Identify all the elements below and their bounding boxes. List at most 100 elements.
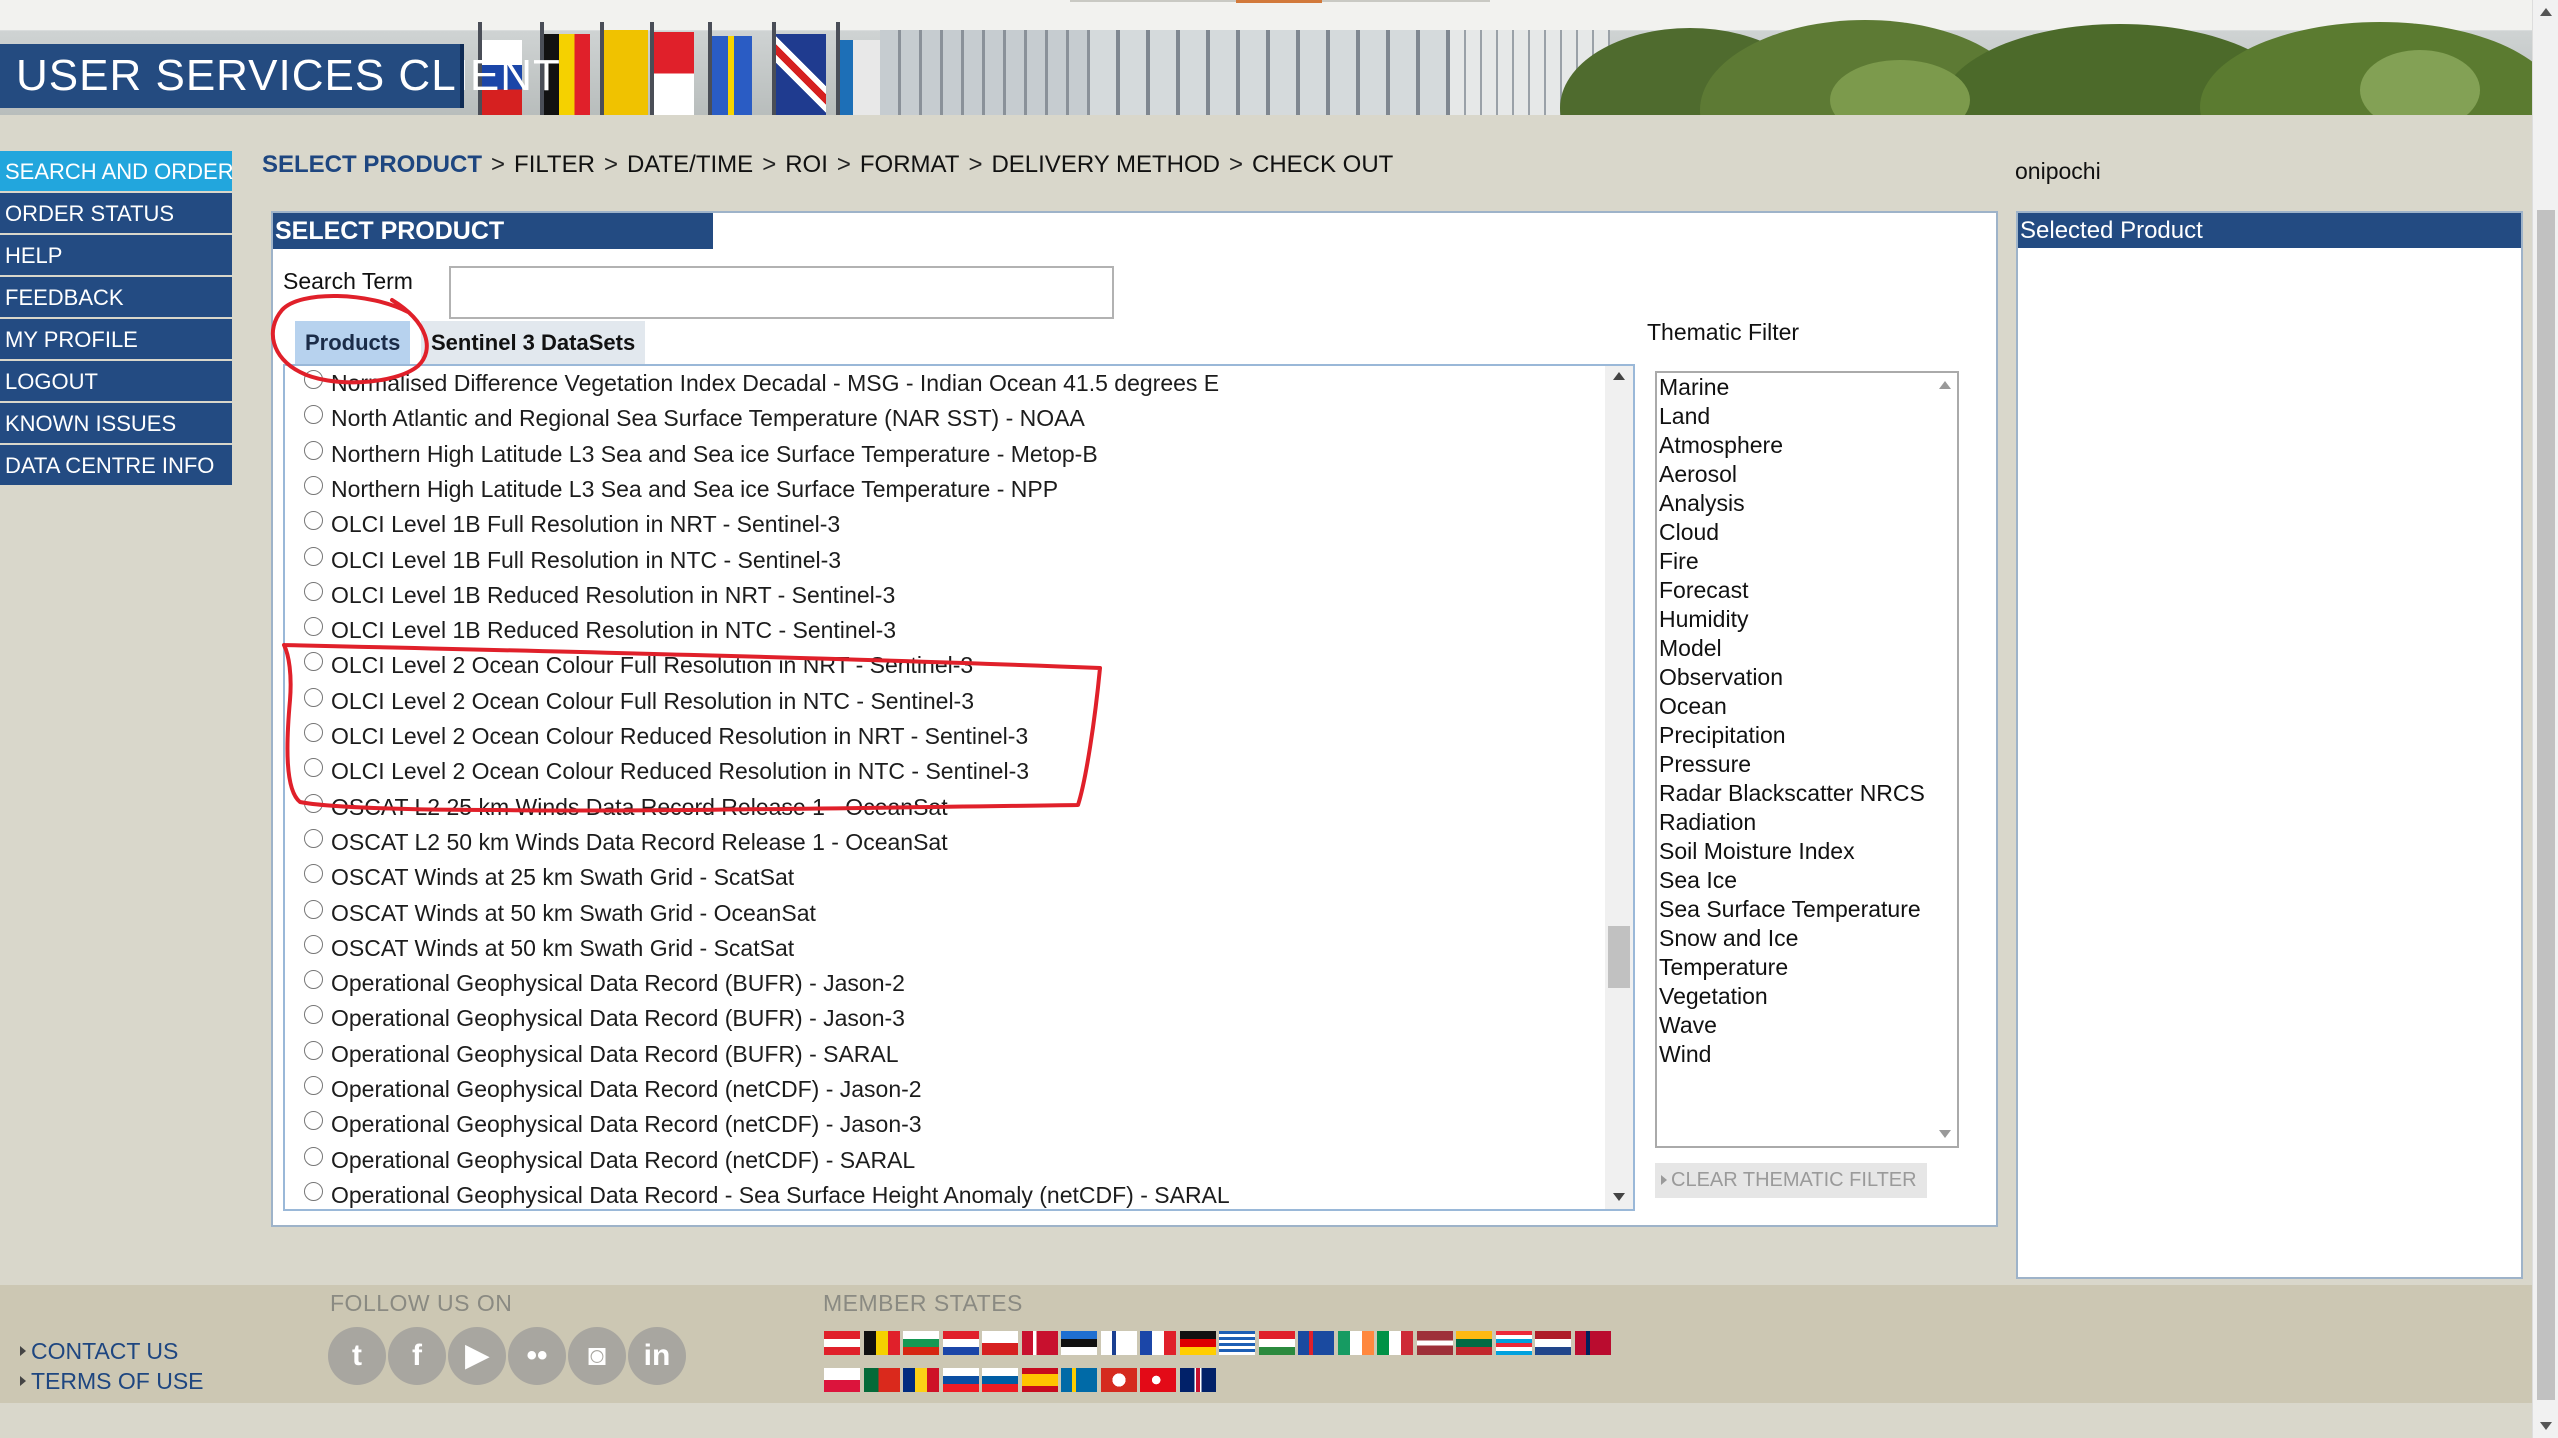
member-state-flag-icon[interactable] [942,1331,979,1355]
page-scroll-thumb[interactable] [2537,210,2555,1400]
member-state-flag-icon[interactable] [982,1331,1018,1355]
radio-button[interactable] [304,934,323,954]
radio-button[interactable] [304,1146,323,1166]
scroll-down-arrow-icon[interactable] [1939,1130,1951,1138]
product-list-item[interactable]: Operational Geophysical Data Record - Se… [304,1178,1230,1209]
member-state-flag-icon[interactable] [1061,1331,1097,1355]
flickr-icon[interactable]: •• [508,1327,566,1385]
member-state-flag-icon[interactable] [824,1331,860,1355]
member-state-flag-icon[interactable] [1179,1368,1216,1392]
tab-products[interactable]: Products [295,321,411,365]
thematic-filter-option[interactable]: Cloud [1659,518,1925,547]
member-state-flag-icon[interactable] [903,1331,939,1355]
product-list-item[interactable]: Operational Geophysical Data Record (net… [304,1143,915,1178]
product-list-item[interactable]: OLCI Level 2 Ocean Colour Full Resolutio… [304,684,974,719]
radio-button[interactable] [304,687,323,707]
member-state-flag-icon[interactable] [1535,1331,1571,1355]
linkedin-icon[interactable]: in [628,1327,686,1385]
nav-logout[interactable]: LOGOUT [0,361,232,401]
member-state-flag-icon[interactable] [1574,1331,1611,1355]
radio-button[interactable] [304,475,323,495]
clear-thematic-filter-button[interactable]: CLEAR THEMATIC FILTER [1655,1163,1927,1198]
thematic-filter-option[interactable]: Analysis [1659,489,1925,518]
radio-button[interactable] [304,828,323,848]
member-state-flag-icon[interactable] [903,1368,939,1392]
thematic-filter-option[interactable]: Humidity [1659,605,1925,634]
thematic-filter-option[interactable]: Temperature [1659,953,1925,982]
nav-search-and-order[interactable]: SEARCH AND ORDER [0,151,234,191]
member-state-flag-icon[interactable] [982,1368,1018,1392]
member-state-flag-icon[interactable] [1100,1368,1137,1392]
product-list-item[interactable]: OSCAT L2 25 km Winds Data Record Release… [304,790,948,825]
facebook-icon[interactable]: f [388,1327,446,1385]
youtube-icon[interactable]: ▶ [448,1327,506,1385]
product-list-item[interactable]: Operational Geophysical Data Record (BUF… [304,1037,899,1072]
thematic-filter-option[interactable]: Atmosphere [1659,431,1925,460]
thematic-filter-option[interactable]: Marine [1659,373,1925,402]
product-list-item[interactable]: Northern High Latitude L3 Sea and Sea ic… [304,472,1058,507]
radio-button[interactable] [304,1040,323,1060]
product-list-item[interactable]: OLCI Level 1B Reduced Resolution in NRT … [304,578,895,613]
radio-button[interactable] [304,1076,323,1095]
scroll-up-arrow-icon[interactable] [1939,381,1951,389]
nav-order-status[interactable]: ORDER STATUS [0,193,232,233]
product-list-item[interactable]: OLCI Level 1B Full Resolution in NTC - S… [304,543,841,578]
scroll-down-arrow-icon[interactable] [2540,1422,2552,1430]
thematic-filter-option[interactable]: Land [1659,402,1925,431]
thematic-filter-option[interactable]: Sea Ice [1659,866,1925,895]
member-state-flag-icon[interactable] [1021,1368,1058,1392]
member-state-flag-icon[interactable] [1495,1331,1532,1355]
radio-button[interactable] [304,970,323,990]
product-list-item[interactable]: OSCAT Winds at 25 km Swath Grid - ScatSa… [304,860,794,895]
thematic-filter-option[interactable]: Fire [1659,547,1925,576]
scroll-up-arrow-icon[interactable] [2540,8,2552,16]
product-list-item[interactable]: Operational Geophysical Data Record (BUF… [304,1001,905,1036]
contact-us-link[interactable]: CONTACT US [20,1338,178,1365]
radio-button[interactable] [304,405,323,425]
member-state-flag-icon[interactable] [1021,1331,1058,1355]
thematic-filter-option[interactable]: Radiation [1659,808,1925,837]
product-list-item[interactable]: OSCAT Winds at 50 km Swath Grid - ScatSa… [304,931,794,966]
radio-button[interactable] [304,899,323,919]
product-list-item[interactable]: Normalised Difference Vegetation Index D… [304,366,1219,401]
twitter-icon[interactable]: t [328,1327,386,1385]
member-state-flag-icon[interactable] [1456,1331,1492,1355]
nav-help[interactable]: HELP [0,235,232,275]
radio-button[interactable] [304,581,323,601]
thematic-filter-option[interactable]: Model [1659,634,1925,663]
member-state-flag-icon[interactable] [1337,1331,1374,1355]
product-list-item[interactable]: OLCI Level 1B Reduced Resolution in NTC … [304,613,896,648]
radio-button[interactable] [304,370,323,389]
thematic-filter-option[interactable]: Forecast [1659,576,1925,605]
nav-data-centre-info[interactable]: DATA CENTRE INFO [0,445,232,485]
product-list-item[interactable]: Operational Geophysical Data Record (net… [304,1107,922,1142]
terms-of-use-link[interactable]: TERMS OF USE [20,1368,204,1395]
product-list-item[interactable]: OLCI Level 1B Full Resolution in NRT - S… [304,507,840,542]
product-list-item[interactable]: OLCI Level 2 Ocean Colour Full Resolutio… [304,648,973,683]
radio-button[interactable] [304,652,323,672]
radio-button[interactable] [304,511,323,531]
scroll-up-arrow-icon[interactable] [1613,372,1625,380]
radio-button[interactable] [304,723,323,742]
member-state-flag-icon[interactable] [863,1331,900,1355]
scroll-down-arrow-icon[interactable] [1613,1193,1625,1201]
member-state-flag-icon[interactable] [1140,1331,1176,1355]
product-list-item[interactable]: OSCAT L2 50 km Winds Data Record Release… [304,825,948,860]
member-state-flag-icon[interactable] [1100,1331,1137,1355]
thematic-filter-option[interactable]: Snow and Ice [1659,924,1925,953]
thematic-filter-option[interactable]: Pressure [1659,750,1925,779]
member-state-flag-icon[interactable] [863,1368,900,1392]
radio-button[interactable] [304,1111,323,1131]
member-state-flag-icon[interactable] [1298,1331,1334,1355]
member-state-flag-icon[interactable] [824,1368,860,1392]
thematic-filter-option[interactable]: Wave [1659,1011,1925,1040]
thematic-filter-option[interactable]: Ocean [1659,692,1925,721]
radio-button[interactable] [304,1005,323,1025]
radio-button[interactable] [304,617,323,637]
radio-button[interactable] [304,1181,323,1201]
tab-sentinel-3-datasets[interactable]: Sentinel 3 DataSets [421,321,646,365]
member-state-flag-icon[interactable] [1416,1331,1453,1355]
product-list-item[interactable]: OLCI Level 2 Ocean Colour Reduced Resolu… [304,754,1029,789]
member-state-flag-icon[interactable] [942,1368,979,1392]
thematic-filter-option[interactable]: Observation [1659,663,1925,692]
